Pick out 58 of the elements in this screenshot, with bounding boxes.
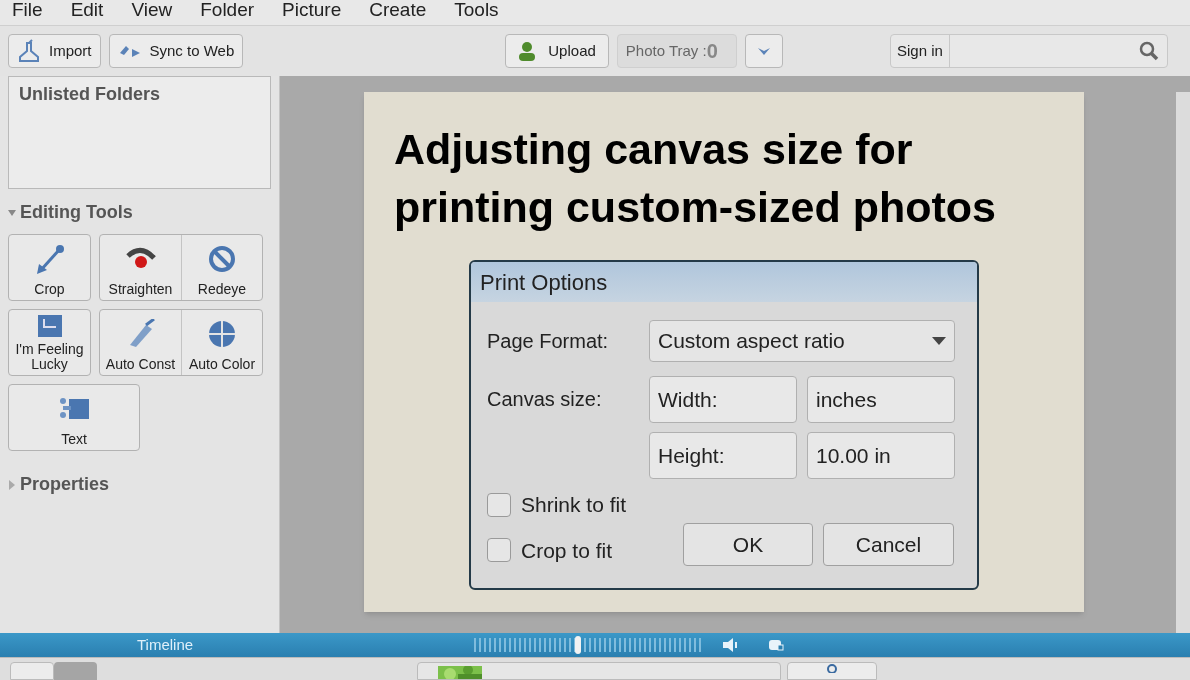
- photo-tray[interactable]: Photo Tray :0: [616, 34, 737, 68]
- tool-button[interactable]: I'm Feeling Lucky: [9, 310, 90, 375]
- import-button[interactable]: Import: [8, 34, 101, 68]
- menu-item[interactable]: View: [131, 0, 173, 20]
- dropdown-arrow-icon: [932, 337, 946, 345]
- input-field[interactable]: 10.00 in: [807, 432, 955, 479]
- cancel-button[interactable]: Cancel: [823, 523, 954, 566]
- gauge-icon: [768, 638, 785, 652]
- section-title[interactable]: Properties: [20, 471, 110, 498]
- timeline-label: Timeline: [137, 634, 194, 655]
- menu-item[interactable]: Edit: [70, 0, 104, 20]
- tool-button[interactable]: Redeye: [181, 235, 262, 300]
- section-toggle-icon[interactable]: [8, 479, 16, 490]
- menu-item[interactable]: Folder: [200, 0, 255, 20]
- search-icon: [1139, 41, 1159, 61]
- slider-thumb[interactable]: [574, 636, 581, 654]
- section-toggle-icon[interactable]: [8, 208, 16, 217]
- menu-item[interactable]: Picture: [282, 0, 342, 20]
- tool-button[interactable]: Auto Const: [100, 310, 181, 375]
- arrows-icon: [117, 43, 142, 59]
- person-icon: [518, 41, 537, 61]
- menu-item[interactable]: Create: [369, 0, 427, 20]
- menu-item[interactable]: Tools: [454, 0, 499, 20]
- page-format-dropdown[interactable]: Custom aspect ratio: [649, 320, 955, 362]
- checkbox[interactable]: [487, 538, 511, 563]
- dropdown-button[interactable]: [744, 34, 783, 68]
- section-title[interactable]: Editing Tools: [20, 199, 133, 226]
- sign-in-search-field[interactable]: Sign in: [890, 34, 1168, 68]
- tool-button[interactable]: Crop: [9, 235, 90, 300]
- upload-tray-icon: [17, 39, 41, 63]
- view-tab[interactable]: [10, 662, 54, 680]
- scrollbar[interactable]: [1176, 92, 1190, 633]
- chevron-down-icon: [756, 46, 771, 56]
- menu-item[interactable]: File: [12, 0, 43, 20]
- square-icon: [35, 313, 64, 339]
- crosshair-circle-icon: [207, 318, 237, 349]
- checkbox[interactable]: [487, 492, 511, 517]
- input-field[interactable]: inches: [807, 376, 955, 423]
- tool-button[interactable]: Auto Color: [181, 310, 262, 375]
- photo-tray-label: Photo Tray :: [625, 40, 707, 61]
- slide-title: Adjusting canvas size for printing custom-sized photos: [393, 124, 997, 233]
- checkbox-label: Shrink to fit: [521, 492, 627, 518]
- ok-button[interactable]: OK: [683, 523, 813, 566]
- canvas-size-label: Canvas size:: [487, 387, 603, 412]
- sign-in-label: Sign in: [891, 35, 950, 67]
- input-field[interactable]: Width:: [649, 376, 797, 423]
- search-tab[interactable]: [787, 662, 877, 680]
- search-icon: [826, 663, 838, 673]
- no-entry-icon: [207, 243, 237, 274]
- tool-button[interactable]: Straighten: [100, 235, 181, 300]
- dialog-title: Print Options: [480, 268, 608, 297]
- upload-button[interactable]: Upload: [505, 34, 609, 68]
- folders-title: Unlisted Folders: [19, 84, 161, 104]
- checkbox-label: Crop to fit: [521, 537, 613, 564]
- input-field[interactable]: Height:: [649, 432, 797, 479]
- sync-button[interactable]: Sync to Web: [108, 34, 244, 68]
- page-format-label: Page Format:: [487, 329, 610, 354]
- tool-button[interactable]: Text: [9, 385, 139, 450]
